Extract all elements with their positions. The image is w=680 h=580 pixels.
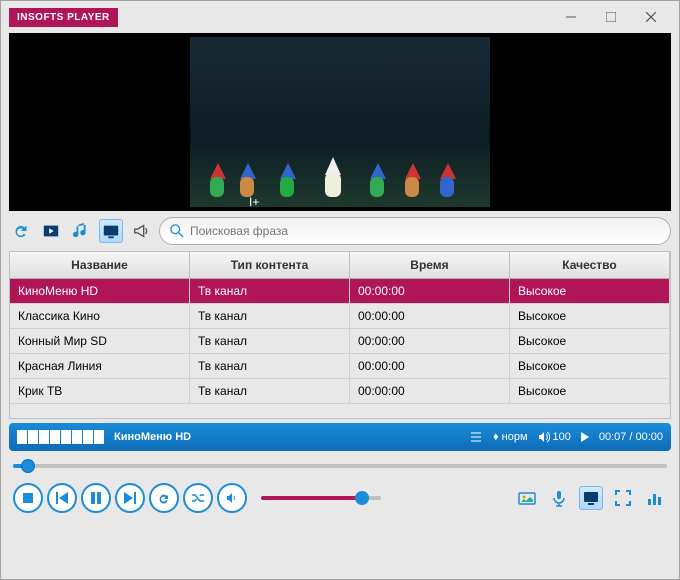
status-bar: КиноМеню HD ♦ норм 100 00:07 / 00:00 [9, 423, 671, 451]
volume-display[interactable]: 100 [538, 431, 571, 443]
playback-controls [1, 479, 679, 521]
tv-filter-icon[interactable] [99, 219, 123, 243]
mic-icon[interactable] [547, 486, 571, 510]
col-time[interactable]: Время [350, 252, 510, 278]
pause-button[interactable] [81, 483, 111, 513]
col-quality[interactable]: Качество [510, 252, 670, 278]
previous-button[interactable] [47, 483, 77, 513]
equalizer-icon [17, 430, 104, 444]
col-type[interactable]: Тип контента [190, 252, 350, 278]
table-row[interactable]: Конный Мир SDТв канал00:00:00Высокое [10, 329, 670, 354]
fullscreen-icon[interactable] [611, 486, 635, 510]
table-row[interactable]: Классика КиноТв канал00:00:00Высокое [10, 304, 670, 329]
video-viewport[interactable]: I+ [9, 33, 671, 211]
table-row[interactable]: КиноМеню HDТв канал00:00:00Высокое [10, 279, 670, 304]
next-button[interactable] [115, 483, 145, 513]
seek-slider[interactable] [13, 459, 667, 473]
channel-table: Название Тип контента Время Качество Кин… [9, 251, 671, 419]
search-icon [170, 224, 184, 238]
video-content [190, 37, 490, 207]
titlebar: INSOFTS PLAYER [1, 1, 679, 33]
maximize-button[interactable] [591, 3, 631, 31]
playlist-icon[interactable] [469, 430, 483, 444]
minimize-button[interactable] [551, 3, 591, 31]
snapshot-icon[interactable] [515, 486, 539, 510]
search-box[interactable] [159, 217, 671, 245]
now-playing-label: КиноМеню HD [114, 431, 191, 443]
volume-slider[interactable] [261, 491, 381, 505]
app-title-badge: INSOFTS PLAYER [9, 8, 118, 27]
table-header: Название Тип контента Время Качество [10, 252, 670, 279]
seek-thumb[interactable] [21, 459, 35, 473]
refresh-icon[interactable] [9, 219, 33, 243]
music-filter-icon[interactable] [69, 219, 93, 243]
time-display: 00:07 / 00:00 [599, 431, 663, 443]
display-mode-icon[interactable] [579, 486, 603, 510]
table-body[interactable]: КиноМеню HDТв канал00:00:00Высокое Класс… [10, 279, 670, 417]
stop-button[interactable] [13, 483, 43, 513]
mute-button[interactable] [217, 483, 247, 513]
mode-control[interactable]: ♦ норм [493, 431, 528, 443]
filter-toolbar [1, 211, 679, 251]
equalizer-button-icon[interactable] [643, 486, 667, 510]
repeat-button[interactable] [149, 483, 179, 513]
play-indicator-icon [581, 432, 589, 442]
table-row[interactable]: Крик ТВТв канал00:00:00Высокое [10, 379, 670, 404]
video-filter-icon[interactable] [39, 219, 63, 243]
volume-thumb[interactable] [355, 491, 369, 505]
close-button[interactable] [631, 3, 671, 31]
shuffle-button[interactable] [183, 483, 213, 513]
search-input[interactable] [190, 224, 660, 238]
table-row[interactable]: Красная ЛинияТв канал00:00:00Высокое [10, 354, 670, 379]
megaphone-icon[interactable] [129, 219, 153, 243]
cursor-indicator: I+ [249, 195, 259, 209]
col-name[interactable]: Название [10, 252, 190, 278]
